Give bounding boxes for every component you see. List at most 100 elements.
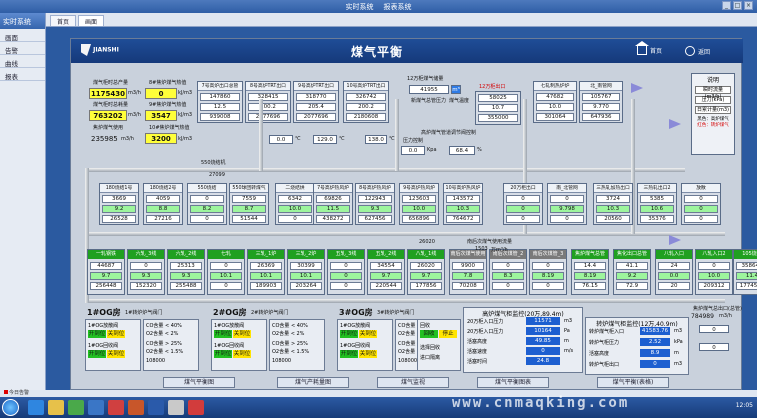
meter-cell: 326742 [346, 93, 386, 101]
scada-app-icon[interactable] [168, 400, 184, 415]
consumer-title: 放散 [682, 184, 720, 193]
bottom-nav-button[interactable]: 煤气产耗量图 [277, 377, 349, 388]
open-state[interactable]: 开到位 [340, 330, 358, 338]
device-cell: 0 [130, 262, 162, 270]
main-pipe-middle [85, 232, 725, 236]
og-panel-left: 1#OG放散阀 开到位 关到位 1#OG回收阀 开到位 关到位 [211, 319, 267, 371]
meter-cell: 205.4 [296, 103, 336, 111]
explorer-icon[interactable] [48, 400, 64, 415]
recovery-button[interactable]: 回收 [420, 330, 438, 338]
bottom-nav-button[interactable]: 煤气平衡(表格) [597, 377, 669, 388]
ie-icon[interactable] [28, 400, 44, 415]
bottom-nav-button[interactable]: 煤气平衡图表 [477, 377, 549, 388]
consumer-unit: 10号高炉热风炉 143572 10.3 764672 [443, 183, 483, 225]
pick-label: 选择回收 [420, 345, 441, 351]
menu-realtime[interactable]: 实时系统 [346, 3, 374, 11]
tab-home[interactable]: 首页 [50, 15, 77, 26]
consumer-cell: 0 [506, 195, 540, 203]
leftnav-item-screen[interactable]: 画面 [0, 29, 45, 42]
leftnav-item-report[interactable]: 报表 [0, 68, 45, 81]
press-label: 新煤气总管压力 [411, 98, 447, 104]
open-state[interactable]: 开到位 [214, 350, 232, 358]
window-controls: _ □ × [722, 1, 753, 10]
meter-title: 7号高炉出口总管 [198, 82, 242, 91]
device-cell: 9.3 [130, 272, 162, 280]
leftnav-item-curve[interactable]: 曲线 [0, 55, 45, 68]
device-cell: 189903 [250, 282, 282, 290]
bottom-nav-button[interactable]: 煤气监视 [377, 377, 449, 388]
meter-cell: 12.5 [200, 103, 240, 111]
device-unit: 六轧_3线 0 9.3 152320 [127, 249, 165, 295]
open-state[interactable]: 开到位 [88, 330, 106, 338]
bottom-nav-button[interactable]: 煤气平衡图 [163, 377, 235, 388]
start-button[interactable] [2, 399, 19, 416]
consumer-title: 9号高炉热风炉 [400, 184, 438, 193]
app-icon[interactable] [88, 400, 104, 415]
consumer-cell: 8.2 [190, 205, 224, 213]
og-total-row: 108000 [146, 358, 166, 364]
ppt-icon[interactable] [128, 400, 144, 415]
consumer-cell: 627456 [358, 215, 392, 223]
consumer-cell: 8.7 [232, 205, 266, 213]
close-state[interactable]: 关到位 [359, 330, 377, 338]
consumer-title: 南_北管网 [548, 184, 586, 193]
og-state-row: 开到位 关到位 [340, 350, 377, 358]
pipe-riser-1 [259, 99, 263, 171]
device-cell: 26369 [250, 262, 282, 270]
open-state[interactable]: 开到位 [214, 330, 232, 338]
detect-label: 进口隔离 [420, 355, 441, 361]
consumer-cell: 9.3 [358, 205, 392, 213]
open-state[interactable]: 开到位 [340, 350, 358, 358]
device-title: 焦炉煤气总管 [572, 250, 608, 259]
press-ctl-label: 压力控制 [403, 138, 424, 144]
og-row2: 1#OG回收阀 [340, 343, 371, 349]
leftnav-item-alarm[interactable]: 告警 [0, 42, 45, 55]
close-state[interactable]: 关到位 [233, 350, 251, 358]
stop-button[interactable]: 停止 [439, 330, 457, 338]
close-state[interactable]: 关到位 [233, 330, 251, 338]
tab-screen[interactable]: 画面 [78, 15, 105, 26]
bfg-row-unit: Pa [564, 328, 570, 334]
close-button[interactable]: × [744, 1, 753, 10]
home-button[interactable]: 首页 [635, 41, 662, 55]
minimize-button[interactable]: _ [722, 1, 731, 10]
pdf-icon[interactable] [108, 400, 124, 415]
consumer-title: 180烧结1号 [100, 184, 138, 193]
maximize-button[interactable]: □ [733, 1, 742, 10]
temp-label: 煤气温度 [449, 98, 470, 104]
mid-value: 27099 [209, 172, 225, 178]
close-state[interactable]: 关到位 [107, 330, 125, 338]
meter-cell: 2180608 [346, 113, 386, 121]
flash-icon[interactable] [188, 400, 204, 415]
flow-arrow-icon [631, 83, 643, 93]
device-unit: 七轧 0 10.1 0 [207, 249, 245, 295]
consumer-cell: 656896 [402, 215, 436, 223]
device-title: 七轧 [208, 250, 244, 259]
word-icon[interactable] [148, 400, 164, 415]
device-cell: 0 [532, 282, 564, 290]
open-state[interactable]: 开到位 [88, 350, 106, 358]
right-out-unit: m3/h [719, 313, 732, 319]
consumer-title: 550烧结 [188, 184, 226, 193]
back-button[interactable]: 返回 [685, 46, 710, 56]
consumer-cell: 7559 [232, 195, 266, 203]
meter-cell: 2077696 [296, 113, 336, 121]
close-state[interactable]: 关到位 [359, 350, 377, 358]
media-icon[interactable] [68, 400, 84, 415]
bfg-holder-panel: 高炉煤气柜监控(20万,89.4m) 20万柜入口压力 11571 m3 20万柜入口… [463, 307, 583, 373]
top-menu: 实时系统 报表系统 [342, 2, 416, 12]
og-valve-label: 1#转炉炉气阀门 [125, 310, 163, 316]
menu-report[interactable]: 报表系统 [383, 3, 411, 11]
close-state[interactable]: 关到位 [107, 350, 125, 358]
meter-title: 8号高炉TRT出口 [246, 82, 290, 91]
device-cell: 72.9 [616, 282, 648, 290]
consumer-cell: 143572 [446, 195, 480, 203]
leftnav-header: 实时系统 [0, 13, 45, 29]
holder-out-cell: 355000 [478, 114, 518, 122]
recovery-buttons: 回收 停止 [420, 330, 457, 338]
ldg-row-value: 0 [640, 360, 670, 368]
og-state-row: 开到位 关到位 [214, 330, 251, 338]
device-cell: 8.3 [492, 272, 524, 280]
meter-cell: 200.2 [248, 103, 288, 111]
consumer-cell: 8.8 [146, 205, 180, 213]
